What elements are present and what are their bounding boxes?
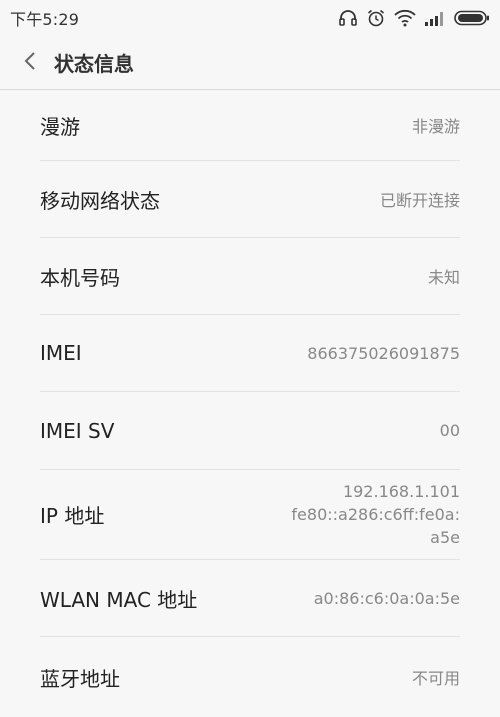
alarm-icon [366, 8, 386, 28]
status-bar: 下午5:29 [0, 0, 500, 36]
row-label: IP 地址 [40, 504, 105, 528]
headphones-icon [338, 8, 358, 28]
battery-icon [454, 10, 490, 26]
row-label: WLAN MAC 地址 [40, 587, 198, 612]
row-value: 已断开连接 [379, 191, 460, 210]
row-value: 866375026091875 [307, 343, 460, 363]
back-button[interactable] [6, 36, 54, 90]
wifi-icon [394, 9, 416, 27]
row-wlan-mac: WLAN MAC 地址 a0:86:c6:0a:0a:5e [40, 560, 460, 637]
row-bluetooth-address: 蓝牙地址 不可用 [40, 637, 460, 717]
row-value: 192.168.1.101 fe80::a286:c6ff:fe0a: a5e [291, 482, 460, 547]
row-mobile-network-state: 移动网络状态 已断开连接 [40, 161, 460, 238]
row-value: 未知 [427, 268, 460, 287]
page-title: 状态信息 [54, 52, 134, 76]
row-phone-number: 本机号码 未知 [40, 238, 460, 315]
row-roaming: 漫游 非漫游 [40, 90, 460, 161]
row-label: 漫游 [40, 114, 80, 139]
row-label: 蓝牙地址 [40, 666, 120, 691]
row-value: 00 [439, 421, 460, 440]
title-bar: 状态信息 [0, 36, 500, 90]
signal-icon [424, 10, 446, 26]
row-label: IMEI [40, 341, 82, 365]
chevron-left-icon [23, 51, 37, 75]
row-imei-sv: IMEI SV 00 [40, 392, 460, 470]
row-imei: IMEI 866375026091875 [40, 315, 460, 392]
status-time: 下午5:29 [10, 10, 80, 29]
row-value: a0:86:c6:0a:0a:5e [313, 588, 460, 608]
row-value: 不可用 [411, 669, 460, 688]
status-icons [338, 8, 490, 28]
row-label: 本机号码 [40, 265, 120, 290]
status-info-list: 漫游 非漫游 移动网络状态 已断开连接 本机号码 未知 IMEI 8663750… [40, 90, 460, 717]
row-label: IMEI SV [40, 418, 115, 443]
row-label: 移动网络状态 [40, 188, 160, 213]
row-value: 非漫游 [411, 117, 460, 136]
row-ip-address: IP 地址 192.168.1.101 fe80::a286:c6ff:fe0a… [40, 470, 460, 560]
